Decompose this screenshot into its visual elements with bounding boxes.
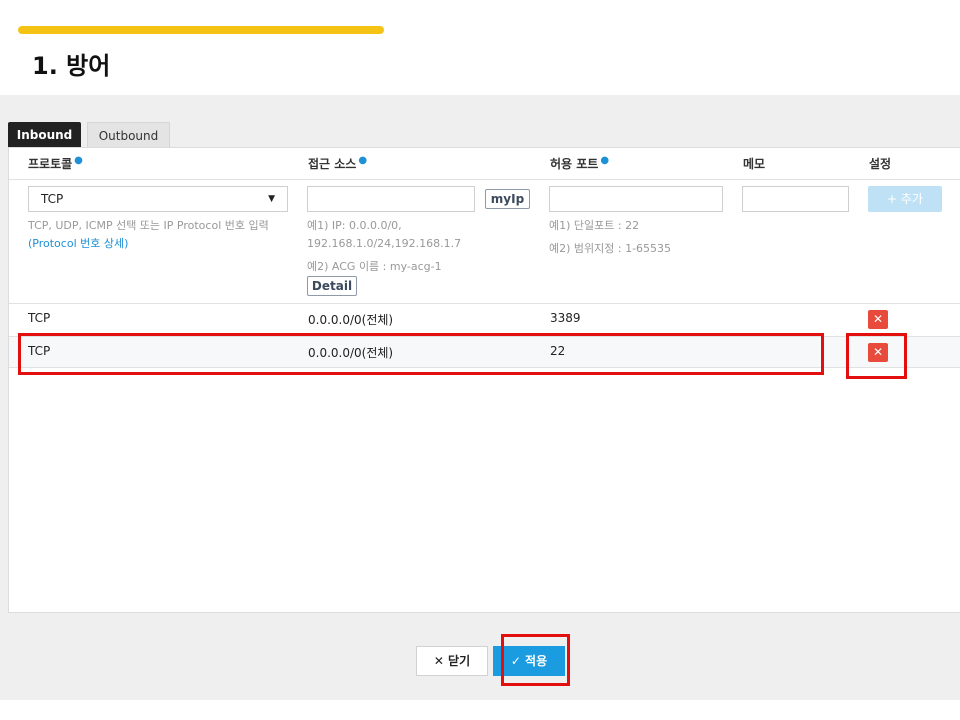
port-input[interactable] (549, 186, 723, 212)
source-hint-1: 예1) IP: 0.0.0.0/0, (307, 219, 402, 232)
required-dot-icon: ● (358, 155, 368, 166)
tab-inbound[interactable]: Inbound (8, 122, 81, 148)
highlight-apply-button (501, 634, 570, 686)
column-header-port: 허용 포트 ● (550, 155, 610, 171)
required-dot-icon: ● (600, 155, 610, 166)
highlight-delete-button (846, 333, 907, 379)
port-hint-2: 예2) 범위지정 : 1-65535 (549, 242, 672, 255)
column-header-memo: 메모 (743, 157, 766, 171)
myip-button[interactable]: myIp (485, 189, 530, 209)
rule-source: 0.0.0.0/0(전체) (308, 313, 394, 327)
caret-down-icon: ▼ (268, 194, 275, 204)
close-icon: ✕ (872, 312, 884, 326)
rule-port: 3389 (550, 311, 581, 325)
detail-button[interactable]: Detail (307, 276, 357, 296)
source-input[interactable] (307, 186, 475, 212)
protocol-select-value: TCP (41, 192, 64, 206)
accent-bar (18, 26, 384, 34)
slide-title: 1. 방어 (32, 52, 111, 80)
column-header-settings: 설정 (869, 157, 892, 171)
highlight-rule-row (18, 333, 824, 375)
add-rule-button[interactable]: + 추가 (868, 186, 942, 212)
column-header-protocol: 프로토콜 ● (28, 155, 83, 171)
tab-outbound[interactable]: Outbound (87, 122, 170, 148)
acg-rule-dialog: Inbound Outbound 프로토콜 ● 접근 소스 ● 허용 포트 ● 메모 … (0, 95, 960, 700)
column-header-source: 접근 소스 ● (308, 155, 368, 171)
close-button[interactable]: ✕ 닫기 (416, 646, 488, 676)
delete-rule-button[interactable]: ✕ (868, 310, 888, 329)
protocol-hint: TCP, UDP, ICMP 선택 또는 IP Protocol 번호 입력 (28, 219, 269, 232)
rule-table: 프로토콜 ● 접근 소스 ● 허용 포트 ● 메모 설정 TCP ▼ myIp + 추… (8, 147, 960, 613)
rule-protocol: TCP (28, 311, 51, 325)
header-divider (9, 179, 960, 180)
required-dot-icon: ● (74, 155, 83, 166)
memo-input[interactable] (742, 186, 849, 212)
source-hint-2: 192.168.1.0/24,192.168.1.7 (307, 237, 462, 250)
source-hint-3: 예2) ACG 이름 : my-acg-1 (307, 260, 442, 273)
port-hint-1: 예1) 단일포트 : 22 (549, 219, 640, 232)
protocol-select[interactable]: TCP ▼ (28, 186, 288, 212)
row-divider (9, 303, 960, 304)
protocol-detail-link[interactable]: (Protocol 번호 상세) (28, 235, 128, 253)
